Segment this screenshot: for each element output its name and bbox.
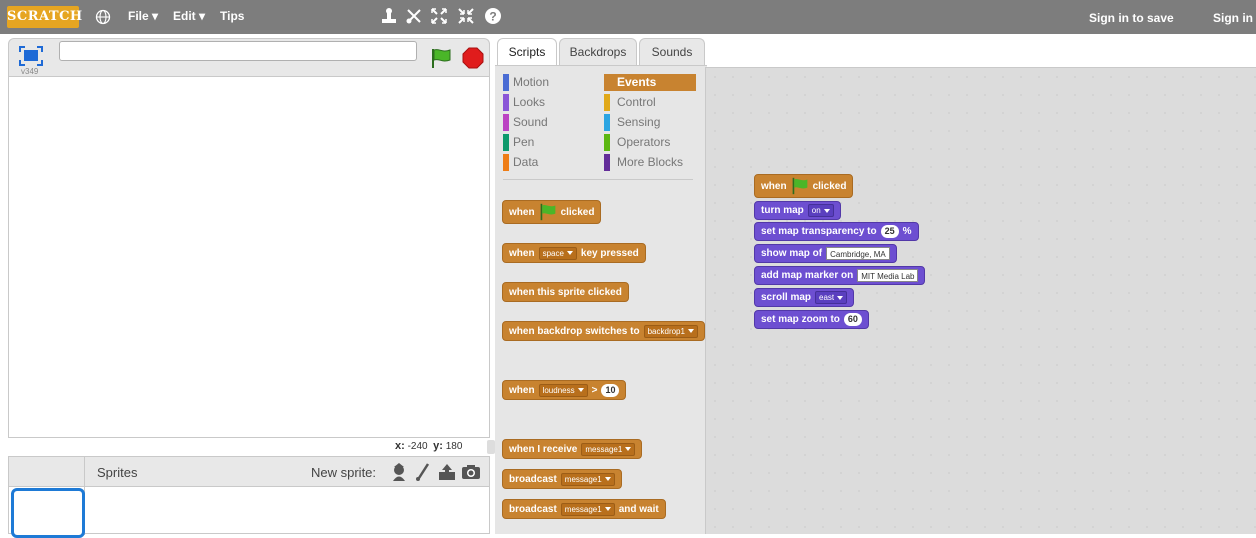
file-menu[interactable]: File ▾ [128,9,158,23]
stop-icon[interactable] [462,47,484,69]
green-flag-icon [792,177,807,195]
scroll-map-block[interactable]: scroll map east [754,288,855,307]
when-flag-clicked-block[interactable]: when clicked [754,162,854,198]
zoom-value[interactable]: 60 [843,313,862,326]
duplicate-stamp-icon[interactable] [380,7,398,25]
shrink-icon[interactable] [457,7,475,25]
turn-map-block[interactable]: turn map on [754,201,841,220]
help-icon[interactable]: ? [484,7,502,25]
grow-icon[interactable] [430,7,448,25]
tab-scripts[interactable]: Scripts [497,38,557,66]
sensor-dropdown[interactable]: loudness [538,383,588,397]
sprite-library-icon[interactable] [389,462,409,482]
stage-header: v349 [8,38,490,76]
message-dropdown[interactable]: message1 [560,502,615,516]
stage-thumbnail[interactable] [11,488,85,538]
when-flag-clicked-block[interactable]: when clicked [502,188,602,224]
paint-brush-icon[interactable] [413,462,433,482]
category-data[interactable]: Data [503,154,593,171]
message-dropdown[interactable]: message1 [560,472,615,486]
when-backdrop-switches-block[interactable]: when backdrop switches to backdrop1 [502,309,705,341]
upload-sprite-icon[interactable] [437,462,457,482]
broadcast-block[interactable]: broadcast message1 [502,469,622,489]
menu-bar: SCRATCH File ▾ Edit ▾ Tips ? Sign in to … [0,0,1256,34]
script-area[interactable]: when clicked turn map on set map transpa… [705,67,1256,534]
svg-text:?: ? [489,10,496,24]
delete-scissors-icon[interactable] [405,7,423,25]
category-more-blocks[interactable]: More Blocks [604,154,696,171]
sign-in-link[interactable]: Sign in [1213,11,1253,25]
version-label: v349 [21,67,39,76]
category-sensing[interactable]: Sensing [604,114,696,131]
loudness-value[interactable]: 10 [601,383,620,397]
marker-input[interactable]: MIT Media Lab [857,269,919,282]
add-map-marker-block[interactable]: add map marker on MIT Media Lab [754,266,926,285]
backdrop-dropdown[interactable]: backdrop1 [643,324,698,338]
tips-menu[interactable]: Tips [220,9,244,23]
set-map-zoom-block[interactable]: set map zoom to 60 [754,310,869,329]
when-i-receive-block[interactable]: when I receive message1 [502,427,643,459]
category-looks[interactable]: Looks [503,94,593,111]
set-map-transparency-block[interactable]: set map transparency to 25 % [754,222,919,241]
green-flag-icon [540,203,555,221]
category-pen[interactable]: Pen [503,134,593,151]
stage-canvas[interactable] [8,76,490,438]
tab-sounds[interactable]: Sounds [639,38,705,66]
category-control[interactable]: Control [604,94,696,111]
palette-divider [503,179,693,180]
language-globe-icon[interactable] [95,9,111,25]
green-flag-icon[interactable] [430,47,452,69]
new-sprite-label: New sprite: [311,465,377,480]
fullscreen-icon[interactable] [18,45,44,67]
block-palette: Motion Looks Sound Pen Data Events Contr… [495,65,707,534]
show-map-of-block[interactable]: show map of Cambridge, MA [754,244,897,263]
scratch-logo[interactable]: SCRATCH [7,6,82,28]
category-sound[interactable]: Sound [503,114,593,131]
sprites-label: Sprites [97,465,138,480]
mouse-coordinates: x: -240 y: 180 [395,440,463,452]
project-title-input[interactable] [59,41,417,61]
map-state-dropdown[interactable]: on [807,204,834,217]
message-dropdown[interactable]: message1 [581,442,636,456]
key-dropdown[interactable]: space [538,246,577,260]
location-input[interactable]: Cambridge, MA [826,247,890,260]
tab-backdrops[interactable]: Backdrops [559,38,637,66]
when-loudness-block[interactable]: when loudness > 10 [502,368,627,400]
camera-icon[interactable] [461,462,481,482]
sign-in-to-save-link[interactable]: Sign in to save [1089,11,1174,25]
direction-dropdown[interactable]: east [815,291,848,304]
when-key-pressed-block[interactable]: when space key pressed [502,231,646,263]
edit-menu[interactable]: Edit ▾ [173,9,205,23]
category-operators[interactable]: Operators [604,134,696,151]
transparency-value[interactable]: 25 [880,225,899,238]
collapse-toggle[interactable] [487,440,495,454]
broadcast-and-wait-block[interactable]: broadcast message1 and wait [502,499,666,519]
category-motion[interactable]: Motion [503,74,593,91]
sprites-pane: Sprites New sprite: [8,456,490,538]
when-sprite-clicked-block[interactable]: when this sprite clicked [502,270,629,302]
category-events[interactable]: Events [604,74,696,91]
